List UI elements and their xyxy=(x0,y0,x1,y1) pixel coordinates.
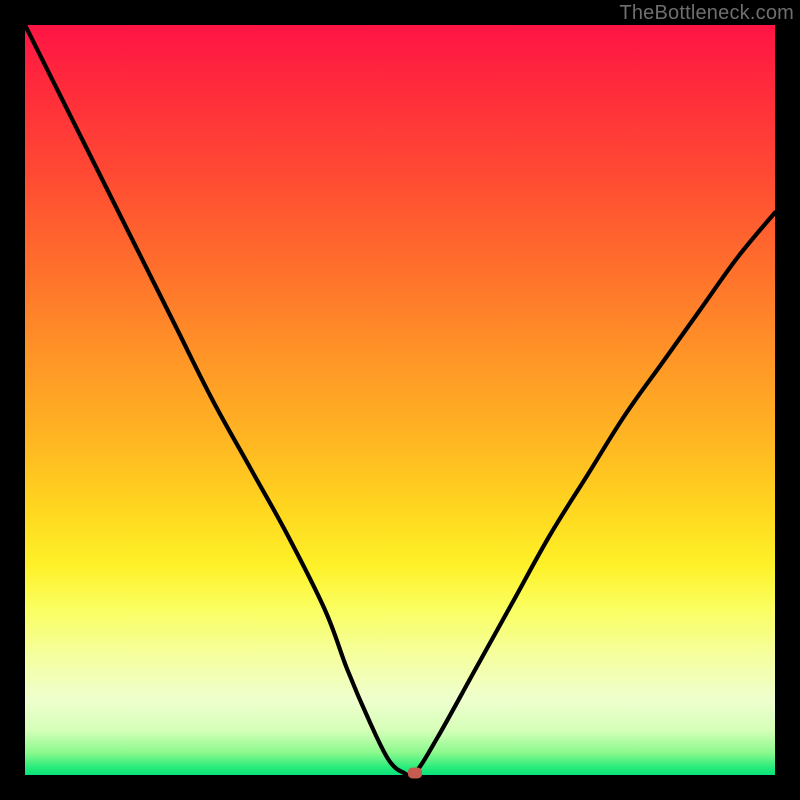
minimum-marker xyxy=(408,767,422,778)
chart-frame: TheBottleneck.com xyxy=(0,0,800,800)
watermark-text: TheBottleneck.com xyxy=(619,2,794,25)
curve-path xyxy=(25,25,775,776)
bottleneck-curve xyxy=(25,25,775,775)
plot-area xyxy=(25,25,775,775)
